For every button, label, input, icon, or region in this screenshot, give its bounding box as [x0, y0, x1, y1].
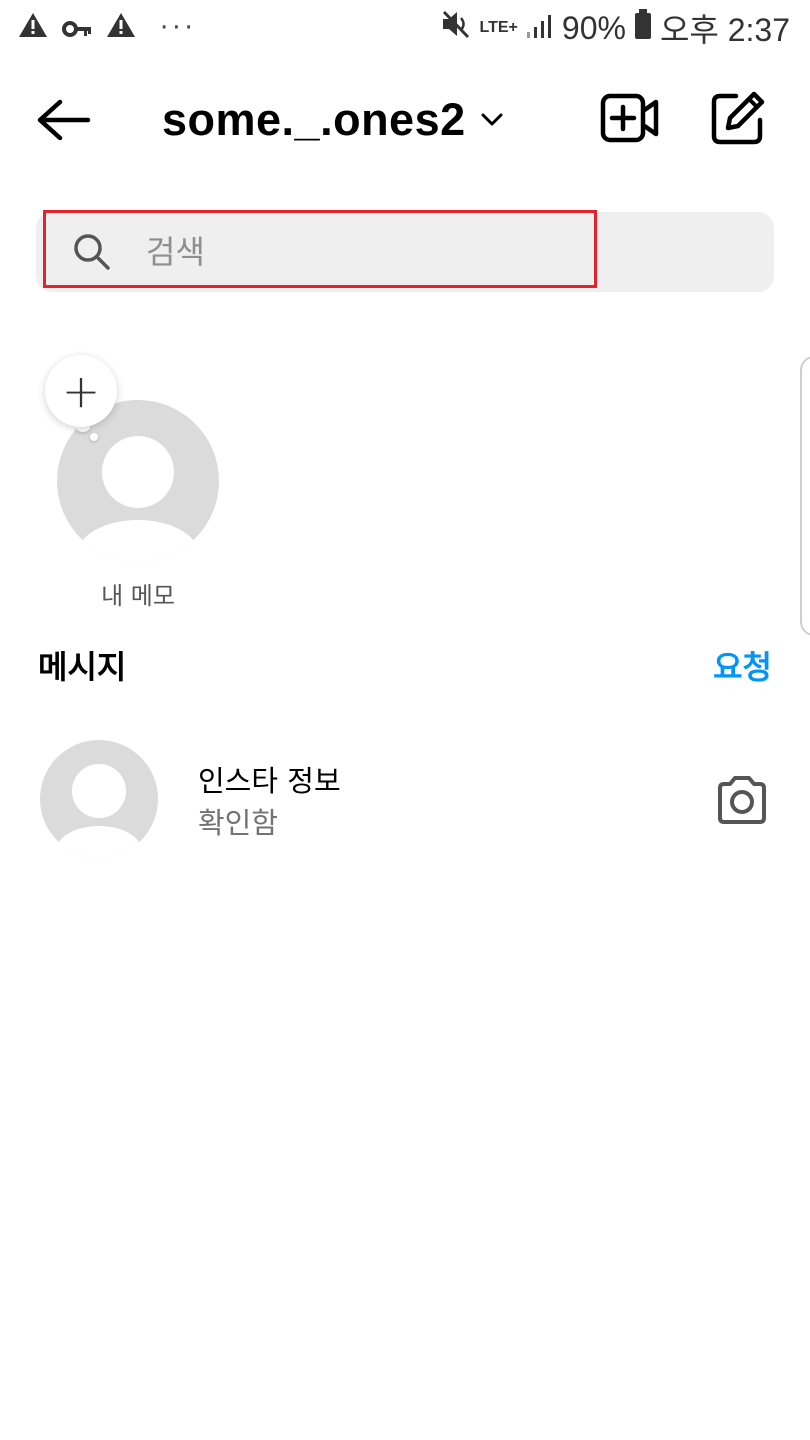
requests-link[interactable]: 요청 [713, 642, 772, 688]
status-bar: ··· LTE+ 90% 오후 2:37 [0, 0, 810, 56]
search-input[interactable] [144, 222, 744, 282]
edge-panel-handle[interactable] [800, 356, 810, 636]
compose-icon [711, 91, 765, 145]
messages-heading: 메시지 [38, 648, 127, 686]
thread-status: 확인함 [198, 806, 279, 840]
signal-icon [526, 9, 554, 47]
camera-icon [718, 776, 766, 824]
status-right: LTE+ 90% 오후 2:37 [440, 5, 790, 51]
avatar [40, 740, 158, 858]
network-type: LTE+ [479, 19, 518, 36]
plus-icon: + [61, 364, 101, 418]
thread-name: 인스타 정보 [198, 764, 341, 798]
warning-icon [18, 9, 48, 47]
account-name: some._.ones2 [162, 94, 466, 145]
message-thread[interactable]: 인스타 정보 확인함 [0, 730, 810, 870]
battery-icon [634, 9, 652, 47]
note-bubble-tail-dot [90, 433, 98, 441]
mute-icon [440, 9, 472, 47]
more-notifications-icon: ··· [160, 13, 197, 43]
warning-icon [106, 9, 136, 47]
key-icon [62, 9, 92, 47]
add-note-button[interactable]: + [45, 355, 117, 427]
chevron-down-icon [481, 113, 503, 126]
clock: 오후 2:37 [659, 12, 790, 48]
back-button[interactable] [34, 96, 94, 144]
avatar-head-shape [72, 764, 126, 818]
avatar-body-shape [56, 826, 142, 858]
account-switcher[interactable]: some._.ones2 [162, 86, 504, 154]
avatar-body-shape [77, 520, 199, 562]
my-note: + 내 메모 [40, 350, 240, 620]
header: some._.ones2 [0, 80, 810, 160]
search-icon [74, 234, 110, 270]
battery-percent: 90% [561, 9, 626, 46]
status-left: ··· [18, 9, 197, 47]
video-plus-icon [600, 93, 659, 143]
note-label: 내 메모 [101, 582, 175, 610]
search-bar[interactable] [36, 212, 774, 292]
camera-button[interactable] [714, 774, 770, 826]
video-call-button[interactable] [600, 92, 660, 144]
new-message-button[interactable] [710, 90, 766, 146]
avatar-head-shape [102, 436, 174, 508]
back-arrow-icon [37, 99, 91, 141]
